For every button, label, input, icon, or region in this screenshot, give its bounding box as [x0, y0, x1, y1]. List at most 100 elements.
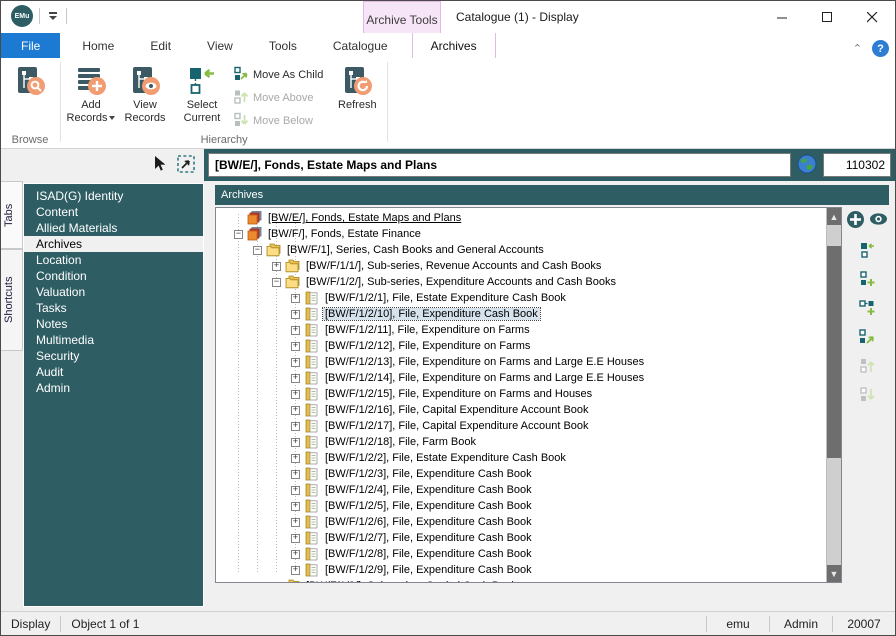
tree-node-label[interactable]: [BW/F/1/2/15], File, Expenditure on Farm… [323, 388, 594, 400]
tree-node-label[interactable]: [BW/F/1/2/1], File, Estate Expenditure C… [323, 292, 568, 304]
tree-row[interactable]: + [BW/F/1/2/13], File, Expenditure on Far… [216, 354, 826, 370]
sidebar-item-location[interactable]: Location [24, 252, 203, 268]
ribbon-tab-edit[interactable]: Edit [132, 33, 189, 58]
expand-toggle-icon[interactable]: + [291, 438, 300, 447]
sidebar-item-multimedia[interactable]: Multimedia [24, 332, 203, 348]
sidebar-item-condition[interactable]: Condition [24, 268, 203, 284]
view-record-eye-icon[interactable] [869, 209, 889, 229]
expand-toggle-icon[interactable]: + [291, 470, 300, 479]
expand-toggle-icon[interactable]: + [291, 374, 300, 383]
expand-toggle-icon[interactable]: + [291, 358, 300, 367]
tree-node-label[interactable]: [BW/F/1/2/7], File, Expenditure Cash Boo… [323, 532, 534, 544]
tree-node-label[interactable]: [BW/F/1/2/13], File, Expenditure on Farm… [323, 356, 646, 368]
add-child-icon[interactable] [857, 298, 877, 318]
move-above-icon[interactable] [857, 356, 877, 376]
expand-toggle-icon[interactable]: + [291, 534, 300, 543]
tree-node-label[interactable]: [BW/F/1/2/18], File, Farm Book [323, 436, 478, 448]
select-region-icon[interactable] [176, 154, 196, 177]
tree-row[interactable]: +[BW/F/1/2/3], File, Expenditure Cash Bo… [216, 466, 826, 482]
sidebar-item-admin[interactable]: Admin [24, 380, 203, 396]
tree-row[interactable]: + [BW/F/1/2/7], File, Expenditure Cash Bo… [216, 530, 826, 546]
expand-toggle-icon[interactable]: + [291, 502, 300, 511]
vertical-tab-shortcuts[interactable]: Shortcuts [1, 249, 23, 351]
tree-node-label[interactable]: [BW/F/1/2/9], File, Expenditure Cash Boo… [323, 564, 534, 576]
expand-toggle-icon[interactable]: + [291, 454, 300, 463]
sidebar-item-notes[interactable]: Notes [24, 316, 203, 332]
expand-toggle-icon[interactable]: + [291, 518, 300, 527]
tree-node-label[interactable]: [BW/F/1/2/5], File, Expenditure Cash Boo… [323, 500, 534, 512]
close-button[interactable] [850, 1, 895, 33]
tree-node-label[interactable]: [BW/F/1/3/], Sub-series, Capital Cash Bo… [304, 580, 519, 582]
vertical-tab-tabs[interactable]: Tabs [1, 181, 23, 249]
ribbon-tab-home[interactable]: Home [64, 33, 132, 58]
tree-row[interactable]: + [BW/F/1/2/6], File, Expenditure Cash Bo… [216, 514, 826, 530]
expand-toggle-icon[interactable]: + [291, 566, 300, 575]
ribbon-tab-file[interactable]: File [1, 33, 60, 58]
expand-toggle-icon[interactable]: + [291, 390, 300, 399]
move-above-button[interactable]: Move Above [229, 88, 327, 108]
move-below-button[interactable]: Move Below [229, 111, 327, 131]
tree-row[interactable]: + [BW/F/1/2/2], File, Estate Expenditure … [216, 450, 826, 466]
tree-row[interactable]: [BW/E/], Fonds, Estate Maps and Plans [216, 210, 826, 226]
tree-node-label[interactable]: [BW/F/1/2/16], File, Capital Expenditure… [323, 404, 591, 416]
sidebar-item-security[interactable]: Security [24, 348, 203, 364]
tree-node-label[interactable]: [BW/F/1/1/], Sub-series, Revenue Account… [304, 260, 603, 272]
tree-row[interactable]: −[BW/F/1/2/], Sub-series, Expenditure Ac… [216, 274, 826, 290]
tree-node-label[interactable]: [BW/F/1/2/10], File, Expenditure Cash Bo… [323, 308, 540, 320]
sidebar-item-archives[interactable]: Archives [24, 236, 203, 252]
tree-row[interactable]: + [BW/F/1/2/15], File, Expenditure on Far… [216, 386, 826, 402]
collapse-toggle-icon[interactable]: − [272, 582, 281, 583]
view-records-button[interactable]: ViewRecords [118, 60, 172, 125]
sidebar-item-audit[interactable]: Audit [24, 364, 203, 380]
expand-toggle-icon[interactable]: + [291, 422, 300, 431]
tree-node-label[interactable]: [BW/F/1/2/6], File, Expenditure Cash Boo… [323, 516, 534, 528]
tree-row[interactable]: + [BW/F/1/2/9], File, Expenditure Cash Bo… [216, 562, 826, 578]
sidebar-item-allied-materials[interactable]: Allied Materials [24, 220, 203, 236]
refresh-button[interactable]: Refresh [330, 60, 384, 112]
tree-node-label[interactable]: [BW/F/1/2/11], File, Expenditure on Farm… [323, 324, 532, 336]
browse-button[interactable] [3, 60, 57, 99]
tree-scrollbar[interactable]: ▲ ▼ [826, 208, 841, 582]
maximize-button[interactable] [805, 1, 850, 33]
tree-node-label[interactable]: [BW/F/1/2/], Sub-series, Expenditure Acc… [304, 276, 618, 288]
tree-row[interactable]: + [BW/F/1/2/5], File, Expenditure Cash Bo… [216, 498, 826, 514]
tree-row[interactable]: + [BW/F/1/2/10], File, Expenditure Cash B… [216, 306, 826, 322]
tree-row[interactable]: + [BW/F/1/2/14], File, Expenditure on Far… [216, 370, 826, 386]
tree-row[interactable]: + [BW/F/1/2/17], File, Capital Expenditur… [216, 418, 826, 434]
tree-row[interactable]: + [BW/F/1/2/1], File, Estate Expenditure … [216, 290, 826, 306]
select-current-button[interactable]: SelectCurrent [175, 60, 229, 125]
collapse-toggle-icon[interactable]: − [234, 230, 243, 239]
tree-row[interactable]: −[BW/F/], Fonds, Estate Finance [216, 226, 826, 242]
move-below-icon[interactable] [857, 385, 877, 405]
app-logo-icon[interactable]: EMu [11, 5, 33, 27]
tree-node-label[interactable]: [BW/F/1/2/2], File, Estate Expenditure C… [323, 452, 568, 464]
tree-row[interactable]: −[BW/F/1], Series, Cash Books and Genera… [216, 242, 826, 258]
sidebar-item-isad-g-identity[interactable]: ISAD(G) Identity [24, 188, 203, 204]
move-as-child-icon[interactable] [857, 327, 877, 347]
scroll-up-icon[interactable]: ▲ [827, 208, 841, 225]
tree-row[interactable]: +[BW/F/1/2/11], File, Expenditure on Far… [216, 322, 826, 338]
ribbon-tab-view[interactable]: View [189, 33, 251, 58]
tree-node-label[interactable]: [BW/F/1/2/12], File, Expenditure on Farm… [323, 340, 532, 352]
expand-toggle-icon[interactable]: + [291, 310, 300, 319]
tree-node-label[interactable]: [BW/F/1/2/14], File, Expenditure on Farm… [323, 372, 646, 384]
customize-quick-access-icon[interactable] [46, 9, 60, 23]
ribbon-tab-tools[interactable]: Tools [251, 33, 315, 58]
tree-row[interactable]: +[BW/F/1/2/16], File, Capital Expenditur… [216, 402, 826, 418]
tree-node-label[interactable]: [BW/F/1/2/4], File, Expenditure Cash Boo… [323, 484, 534, 496]
expand-toggle-icon[interactable]: + [272, 262, 281, 271]
tree-node-label[interactable]: [BW/F/1/2/17], File, Capital Expenditure… [323, 420, 591, 432]
sidebar-item-content[interactable]: Content [24, 204, 203, 220]
tree-node-label[interactable]: [BW/F/1/2/8], File, Expenditure Cash Boo… [323, 548, 534, 560]
select-current-icon[interactable] [857, 240, 877, 260]
collapse-ribbon-icon[interactable]: ⌃ [853, 42, 862, 55]
expand-toggle-icon[interactable]: + [291, 550, 300, 559]
scroll-down-icon[interactable]: ▼ [827, 565, 841, 582]
expand-toggle-icon[interactable]: + [291, 486, 300, 495]
add-records-button[interactable]: AddRecords [64, 60, 118, 125]
tree-node-label[interactable]: [BW/E/], Fonds, Estate Maps and Plans [266, 212, 463, 224]
expand-toggle-icon[interactable]: + [291, 294, 300, 303]
record-irn-field[interactable]: 110302 [823, 153, 891, 177]
tree-row[interactable]: + [BW/F/1/2/8], File, Expenditure Cash Bo… [216, 546, 826, 562]
sidebar-item-valuation[interactable]: Valuation [24, 284, 203, 300]
